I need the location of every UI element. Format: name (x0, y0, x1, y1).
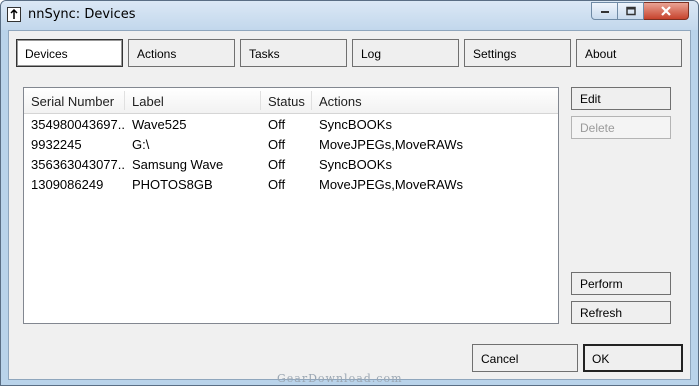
close-button[interactable] (644, 2, 689, 20)
table-row[interactable]: 1309086249 PHOTOS8GB Off MoveJPEGs,MoveR… (24, 174, 558, 194)
maximize-icon (625, 6, 636, 16)
maximize-button[interactable] (618, 2, 644, 20)
actions-cell: MoveJPEGs,MoveRAWs (319, 137, 463, 152)
label-cell: G:\ (132, 137, 150, 152)
watermark: GearDownload.com (277, 372, 403, 385)
tab-actions[interactable]: Actions (128, 39, 235, 67)
tab-tasks[interactable]: Tasks (240, 39, 347, 67)
tab-about[interactable]: About (576, 39, 682, 67)
tab-log[interactable]: Log (352, 39, 459, 67)
table-row[interactable]: 9932245 G:\ Off MoveJPEGs,MoveRAWs (24, 134, 558, 154)
status-cell: Off (268, 177, 286, 192)
serial-number-cell: 9932245 (31, 137, 82, 152)
serial-number-cell: 356363043077... (31, 157, 124, 172)
title-bar[interactable]: nnSync: Devices (1, 1, 698, 30)
tab-settings[interactable]: Settings (464, 39, 571, 67)
minimize-button[interactable] (591, 2, 618, 20)
serial-number-cell: 1309086249 (31, 177, 104, 192)
column-header-serial[interactable]: Serial Number (24, 88, 124, 113)
column-header-actions[interactable]: Actions (312, 88, 512, 113)
label-cell: PHOTOS8GB (132, 177, 213, 192)
label-cell: Wave525 (132, 117, 187, 132)
actions-cell: MoveJPEGs,MoveRAWs (319, 177, 463, 192)
window-title: nnSync: Devices (28, 7, 136, 22)
status-cell: Off (268, 137, 286, 152)
column-header-label[interactable]: Label (125, 88, 260, 113)
refresh-button[interactable]: Refresh (571, 301, 671, 324)
actions-cell: SyncBOOKs (319, 117, 392, 132)
column-header-status[interactable]: Status (261, 88, 311, 113)
app-window: nnSync: Devices Devices Actions Tasks Lo… (0, 0, 699, 386)
app-icon[interactable] (7, 7, 21, 22)
minimize-icon (600, 11, 609, 13)
client-area: Devices Actions Tasks Log Settings About… (8, 30, 691, 380)
label-cell: Samsung Wave (132, 157, 224, 172)
close-icon (661, 6, 671, 16)
serial-number-cell: 354980043697... (31, 117, 124, 132)
table-row[interactable]: 354980043697... Wave525 Off SyncBOOKs (24, 114, 558, 134)
tab-devices[interactable]: Devices (16, 39, 123, 67)
actions-cell: SyncBOOKs (319, 157, 392, 172)
status-cell: Off (268, 117, 286, 132)
list-header: Serial Number Label Status Actions (24, 88, 558, 114)
delete-button[interactable]: Delete (571, 116, 671, 139)
table-row[interactable]: 356363043077... Samsung Wave Off SyncBOO… (24, 154, 558, 174)
devices-list[interactable]: Serial Number Label Status Actions 35498… (23, 87, 559, 324)
perform-button[interactable]: Perform (571, 272, 671, 295)
ok-button[interactable]: OK (583, 344, 683, 372)
cancel-button[interactable]: Cancel (472, 344, 578, 372)
status-cell: Off (268, 157, 286, 172)
edit-button[interactable]: Edit (571, 87, 671, 110)
